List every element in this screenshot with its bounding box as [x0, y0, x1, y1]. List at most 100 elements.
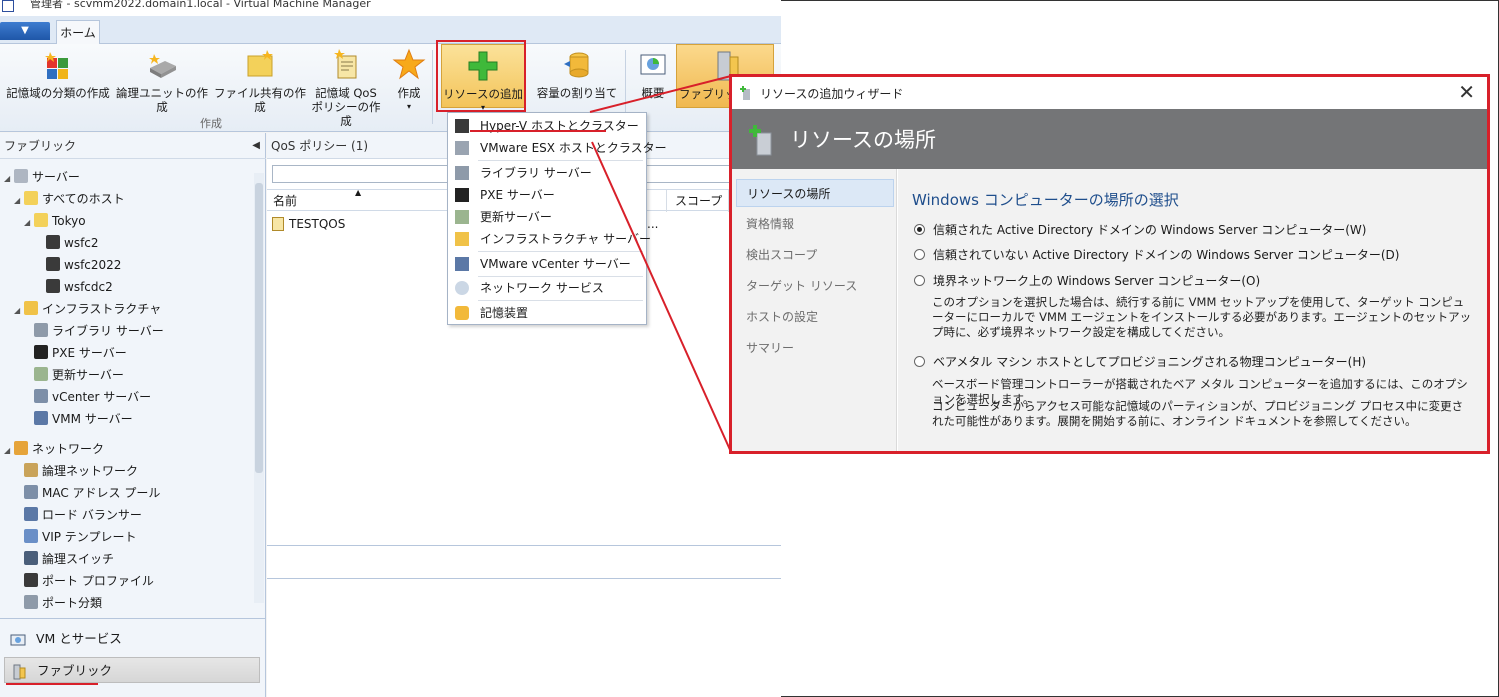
tree-item-update-servers[interactable]: 更新サーバー	[34, 365, 124, 385]
close-icon[interactable]: ✕	[1458, 80, 1475, 104]
fabric-workspace-icon	[11, 663, 27, 680]
tree-item-vmm-servers[interactable]: VMM サーバー	[34, 409, 133, 429]
collapse-pane-chevron-icon[interactable]: ◀	[252, 133, 260, 159]
workspace-label: ファブリック	[37, 663, 113, 678]
create-storage-classification-button[interactable]: 記憶域の分類の作成	[4, 48, 112, 100]
wizard-step-discovery-scope[interactable]: 検出スコープ	[736, 241, 894, 269]
tree-item-tokyo[interactable]: ◢ Tokyo	[24, 211, 86, 231]
option-label: ベアメタル マシン ホストとしてプロビジョニングされる物理コンピューター(H)	[933, 355, 1367, 369]
tree-item-port-classifications[interactable]: ポート分類	[24, 593, 102, 613]
menu-item-vmware-esx-hosts[interactable]: VMware ESX ホストとクラスター	[448, 137, 667, 159]
tab-home[interactable]: ホーム	[56, 20, 100, 45]
overview-label: 概要	[641, 86, 665, 100]
wizard-step-target-resources[interactable]: ターゲット リソース	[736, 272, 894, 300]
tree-item-host-wsfcdc2[interactable]: wsfcdc2	[46, 277, 113, 297]
wizard-app-icon	[740, 86, 752, 100]
tree-item-infrastructure[interactable]: ◢ インフラストラクチャ	[14, 299, 161, 319]
pxe-server-icon	[455, 188, 469, 202]
expand-arrow-icon[interactable]: ◢	[24, 213, 34, 233]
menu-separator	[478, 300, 643, 301]
allocate-capacity-button[interactable]: 容量の割り当て	[532, 48, 622, 100]
tree-item-label: ポート分類	[42, 596, 103, 610]
wizard-main-pane: Windows コンピューターの場所の選択 信頼された Active Direc…	[898, 169, 1487, 451]
host-icon	[46, 235, 60, 249]
load-balancer-icon	[24, 507, 38, 521]
overview-button[interactable]: 概要	[632, 48, 674, 100]
menu-separator	[478, 160, 643, 161]
qos-policy-icon	[329, 48, 363, 82]
tree-item-label: MAC アドレス プール	[42, 486, 161, 500]
expand-arrow-icon[interactable]: ◢	[14, 301, 24, 321]
add-resource-menu: Hyper-V ホストとクラスター VMware ESX ホストとクラスター ラ…	[447, 112, 667, 325]
column-header-scope[interactable]: スコープ	[669, 190, 729, 212]
option-label: 境界ネットワーク上の Windows Server コンピューター(O)	[933, 274, 1261, 288]
navigation-pane-title: ファブリック	[4, 139, 77, 153]
ribbon-group-label-create: 作成	[200, 117, 222, 130]
tree-item-logical-switches[interactable]: 論理スイッチ	[24, 549, 114, 569]
tree-item-label: wsfc2022	[64, 258, 122, 272]
ribbon: 記憶域の分類の作成 論理ユニットの作成 ファイル共有の作成 記憶域 QoS ポリ…	[0, 44, 781, 132]
menu-item-network-service[interactable]: ネットワーク サービス	[448, 277, 646, 299]
radio-selected[interactable]	[914, 224, 925, 235]
tree-item-vip-templates[interactable]: VIP テンプレート	[24, 527, 136, 547]
hyperv-host-icon	[455, 119, 469, 133]
menu-item-storage-device[interactable]: 記憶装置	[448, 302, 646, 324]
tree-item-servers[interactable]: ◢ サーバー	[4, 167, 80, 187]
file-share-icon	[243, 48, 277, 82]
workspace-fabric[interactable]: ファブリック	[4, 657, 260, 683]
workspace-label: VM とサービス	[36, 631, 122, 646]
wizard-header-band: リソースの場所	[732, 109, 1487, 169]
workspace-vms-and-services[interactable]: VM とサービス	[4, 626, 260, 652]
tree-item-label: インフラストラクチャ	[42, 302, 162, 316]
navigation-scrollbar[interactable]	[254, 173, 264, 603]
create-logical-unit-label: 論理ユニットの作成	[116, 86, 208, 114]
menu-item-pxe-server[interactable]: PXE サーバー	[448, 184, 646, 206]
tree-item-networking[interactable]: ◢ ネットワーク	[4, 439, 104, 459]
radio-unselected[interactable]	[914, 275, 925, 286]
wizard-step-credentials[interactable]: 資格情報	[736, 210, 894, 238]
library-server-icon	[455, 166, 469, 180]
option-perimeter-network[interactable]: 境界ネットワーク上の Windows Server コンピューター(O)	[914, 272, 1260, 289]
menu-item-update-server[interactable]: 更新サーバー	[448, 206, 646, 228]
radio-unselected[interactable]	[914, 356, 925, 367]
menu-item-label: PXE サーバー	[480, 188, 555, 202]
radio-unselected[interactable]	[914, 249, 925, 260]
expand-arrow-icon[interactable]: ◢	[4, 169, 14, 189]
option-trusted-ad[interactable]: 信頼された Active Directory ドメインの Windows Ser…	[914, 221, 1366, 238]
menu-separator	[478, 251, 643, 252]
file-menu-button[interactable]: ▼	[0, 22, 50, 40]
menu-item-infrastructure-server[interactable]: インフラストラクチャ サーバー	[448, 228, 651, 250]
tree-item-port-profiles[interactable]: ポート プロファイル	[24, 571, 154, 591]
menu-item-hyperv-hosts[interactable]: Hyper-V ホストとクラスター	[448, 115, 646, 137]
update-server-icon	[34, 367, 48, 381]
tree-item-label: PXE サーバー	[52, 346, 127, 360]
menu-item-vcenter-server[interactable]: VMware vCenter サーバー	[448, 253, 646, 275]
create-logical-unit-button[interactable]: 論理ユニットの作成	[114, 48, 210, 114]
tree-item-logical-networks[interactable]: 論理ネットワーク	[24, 461, 138, 481]
tree-item-host-wsfc2[interactable]: wsfc2	[46, 233, 99, 253]
tree-item-library-servers[interactable]: ライブラリ サーバー	[34, 321, 164, 341]
create-dropdown-button[interactable]: 作成 ▾	[388, 48, 430, 114]
wizard-step-summary[interactable]: サマリー	[736, 334, 894, 362]
tree-item-pxe-servers[interactable]: PXE サーバー	[34, 343, 127, 363]
tree-item-label: 更新サーバー	[52, 368, 124, 382]
logical-network-icon	[24, 463, 38, 477]
add-resource-header-icon	[748, 123, 776, 157]
option-untrusted-ad[interactable]: 信頼されていない Active Directory ドメインの Windows …	[914, 246, 1399, 263]
tree-item-all-hosts[interactable]: ◢ すべてのホスト	[14, 189, 125, 209]
wizard-step-host-settings[interactable]: ホストの設定	[736, 303, 894, 331]
expand-arrow-icon[interactable]: ◢	[4, 441, 14, 461]
option-bare-metal[interactable]: ベアメタル マシン ホストとしてプロビジョニングされる物理コンピューター(H)	[914, 353, 1366, 370]
networking-icon	[14, 441, 28, 455]
create-storage-qos-policy-button[interactable]: 記憶域 QoS ポリシーの作成	[308, 48, 384, 128]
wizard-step-resource-location[interactable]: リソースの場所	[736, 179, 894, 207]
tree-item-load-balancers[interactable]: ロード バランサー	[24, 505, 142, 525]
tree-item-vcenter-servers[interactable]: vCenter サーバー	[34, 387, 151, 407]
tree-item-mac-pools[interactable]: MAC アドレス プール	[24, 483, 160, 503]
overview-chart-icon	[636, 48, 670, 82]
tree-item-host-wsfc2022[interactable]: wsfc2022	[46, 255, 121, 275]
menu-item-library-server[interactable]: ライブラリ サーバー	[448, 162, 646, 184]
scrollbar-thumb[interactable]	[255, 183, 263, 473]
expand-arrow-icon[interactable]: ◢	[14, 191, 24, 211]
create-file-share-button[interactable]: ファイル共有の作成	[212, 48, 308, 114]
